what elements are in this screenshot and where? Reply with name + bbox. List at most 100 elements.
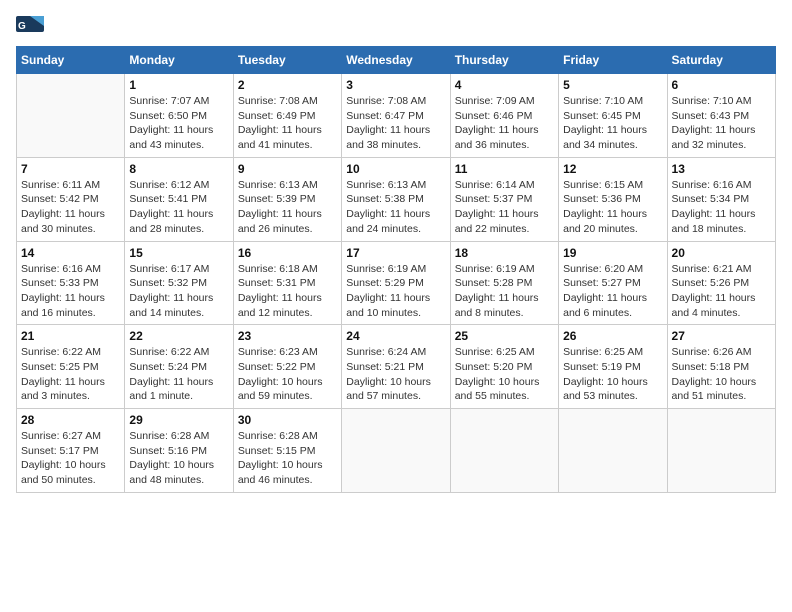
day-info: Sunrise: 6:25 AMSunset: 5:20 PMDaylight:… [455, 345, 554, 404]
day-info: Sunrise: 6:12 AMSunset: 5:41 PMDaylight:… [129, 178, 228, 237]
day-info: Sunrise: 7:08 AMSunset: 6:47 PMDaylight:… [346, 94, 445, 153]
calendar-day-cell: 10 Sunrise: 6:13 AMSunset: 5:38 PMDayligh… [342, 157, 450, 241]
calendar-week-row: 21 Sunrise: 6:22 AMSunset: 5:25 PMDayligh… [17, 325, 776, 409]
day-number: 22 [129, 329, 228, 343]
day-number: 2 [238, 78, 337, 92]
day-info: Sunrise: 7:07 AMSunset: 6:50 PMDaylight:… [129, 94, 228, 153]
calendar-week-row: 1 Sunrise: 7:07 AMSunset: 6:50 PMDaylight… [17, 74, 776, 158]
calendar-table: SundayMondayTuesdayWednesdayThursdayFrid… [16, 46, 776, 493]
calendar-day-cell: 22Sunrise: 6:22 AMSunset: 5:24 PMDayligh… [125, 325, 233, 409]
calendar-day-cell: 25 Sunrise: 6:25 AMSunset: 5:20 PMDayligh… [450, 325, 558, 409]
calendar-day-cell: 20Sunrise: 6:21 AMSunset: 5:26 PMDayligh… [667, 241, 775, 325]
day-info: Sunrise: 6:28 AMSunset: 5:15 PMDaylight:… [238, 429, 337, 488]
day-info: Sunrise: 6:22 AMSunset: 5:25 PMDaylight:… [21, 345, 120, 404]
day-number: 9 [238, 162, 337, 176]
day-number: 19 [563, 246, 662, 260]
day-info: Sunrise: 6:25 AMSunset: 5:19 PMDaylight:… [563, 345, 662, 404]
logo-icon: G [16, 16, 44, 38]
day-number: 4 [455, 78, 554, 92]
calendar-day-cell: 24 Sunrise: 6:24 AMSunset: 5:21 PMDayligh… [342, 325, 450, 409]
day-info: Sunrise: 6:16 AMSunset: 5:34 PMDaylight:… [672, 178, 771, 237]
day-number: 12 [563, 162, 662, 176]
day-number: 7 [21, 162, 120, 176]
page-header: G [16, 16, 776, 38]
day-info: Sunrise: 7:08 AMSunset: 6:49 PMDaylight:… [238, 94, 337, 153]
empty-cell [450, 409, 558, 493]
day-number: 23 [238, 329, 337, 343]
calendar-day-cell: 9 Sunrise: 6:13 AMSunset: 5:39 PMDaylight… [233, 157, 341, 241]
calendar-header-row: SundayMondayTuesdayWednesdayThursdayFrid… [17, 47, 776, 74]
calendar-week-row: 28 Sunrise: 6:27 AMSunset: 5:17 PMDayligh… [17, 409, 776, 493]
calendar-day-cell: 15Sunrise: 6:17 AMSunset: 5:32 PMDayligh… [125, 241, 233, 325]
day-info: Sunrise: 6:18 AMSunset: 5:31 PMDaylight:… [238, 262, 337, 321]
day-info: Sunrise: 6:20 AMSunset: 5:27 PMDaylight:… [563, 262, 662, 321]
day-info: Sunrise: 7:09 AMSunset: 6:46 PMDaylight:… [455, 94, 554, 153]
calendar-day-cell: 1 Sunrise: 7:07 AMSunset: 6:50 PMDaylight… [125, 74, 233, 158]
calendar-week-row: 14 Sunrise: 6:16 AMSunset: 5:33 PMDayligh… [17, 241, 776, 325]
calendar-day-cell: 29Sunrise: 6:28 AMSunset: 5:16 PMDayligh… [125, 409, 233, 493]
day-number: 6 [672, 78, 771, 92]
day-info: Sunrise: 6:16 AMSunset: 5:33 PMDaylight:… [21, 262, 120, 321]
weekday-header: Friday [559, 47, 667, 74]
day-number: 18 [455, 246, 554, 260]
calendar-day-cell: 16 Sunrise: 6:18 AMSunset: 5:31 PMDayligh… [233, 241, 341, 325]
calendar-day-cell: 19 Sunrise: 6:20 AMSunset: 5:27 PMDayligh… [559, 241, 667, 325]
day-info: Sunrise: 6:14 AMSunset: 5:37 PMDaylight:… [455, 178, 554, 237]
empty-cell [559, 409, 667, 493]
calendar-day-cell: 2 Sunrise: 7:08 AMSunset: 6:49 PMDaylight… [233, 74, 341, 158]
day-number: 11 [455, 162, 554, 176]
calendar-day-cell: 5 Sunrise: 7:10 AMSunset: 6:45 PMDaylight… [559, 74, 667, 158]
day-number: 5 [563, 78, 662, 92]
day-number: 1 [129, 78, 228, 92]
empty-cell [667, 409, 775, 493]
weekday-header: Monday [125, 47, 233, 74]
day-info: Sunrise: 6:28 AMSunset: 5:16 PMDaylight:… [129, 429, 228, 488]
day-number: 24 [346, 329, 445, 343]
svg-text:G: G [18, 21, 26, 32]
calendar-day-cell: 17Sunrise: 6:19 AMSunset: 5:29 PMDayligh… [342, 241, 450, 325]
day-info: Sunrise: 6:13 AMSunset: 5:38 PMDaylight:… [346, 178, 445, 237]
day-number: 13 [672, 162, 771, 176]
weekday-header: Thursday [450, 47, 558, 74]
calendar-day-cell: 11 Sunrise: 6:14 AMSunset: 5:37 PMDayligh… [450, 157, 558, 241]
calendar-day-cell: 6 Sunrise: 7:10 AMSunset: 6:43 PMDaylight… [667, 74, 775, 158]
day-number: 10 [346, 162, 445, 176]
logo: G [16, 16, 48, 38]
day-number: 16 [238, 246, 337, 260]
calendar-week-row: 7 Sunrise: 6:11 AMSunset: 5:42 PMDaylight… [17, 157, 776, 241]
day-number: 25 [455, 329, 554, 343]
calendar-day-cell: 26 Sunrise: 6:25 AMSunset: 5:19 PMDayligh… [559, 325, 667, 409]
weekday-header: Tuesday [233, 47, 341, 74]
calendar-day-cell: 3Sunrise: 7:08 AMSunset: 6:47 PMDaylight… [342, 74, 450, 158]
day-number: 14 [21, 246, 120, 260]
calendar-day-cell: 18 Sunrise: 6:19 AMSunset: 5:28 PMDayligh… [450, 241, 558, 325]
day-info: Sunrise: 6:23 AMSunset: 5:22 PMDaylight:… [238, 345, 337, 404]
day-info: Sunrise: 6:17 AMSunset: 5:32 PMDaylight:… [129, 262, 228, 321]
day-number: 28 [21, 413, 120, 427]
day-info: Sunrise: 6:11 AMSunset: 5:42 PMDaylight:… [21, 178, 120, 237]
calendar-day-cell: 8 Sunrise: 6:12 AMSunset: 5:41 PMDaylight… [125, 157, 233, 241]
day-info: Sunrise: 7:10 AMSunset: 6:43 PMDaylight:… [672, 94, 771, 153]
day-number: 30 [238, 413, 337, 427]
calendar-day-cell: 23 Sunrise: 6:23 AMSunset: 5:22 PMDayligh… [233, 325, 341, 409]
calendar-day-cell: 21 Sunrise: 6:22 AMSunset: 5:25 PMDayligh… [17, 325, 125, 409]
calendar-day-cell: 28 Sunrise: 6:27 AMSunset: 5:17 PMDayligh… [17, 409, 125, 493]
day-info: Sunrise: 6:24 AMSunset: 5:21 PMDaylight:… [346, 345, 445, 404]
day-info: Sunrise: 6:19 AMSunset: 5:28 PMDaylight:… [455, 262, 554, 321]
day-info: Sunrise: 6:19 AMSunset: 5:29 PMDaylight:… [346, 262, 445, 321]
day-number: 27 [672, 329, 771, 343]
calendar-day-cell: 27 Sunrise: 6:26 AMSunset: 5:18 PMDayligh… [667, 325, 775, 409]
calendar-day-cell: 7 Sunrise: 6:11 AMSunset: 5:42 PMDaylight… [17, 157, 125, 241]
empty-cell [17, 74, 125, 158]
calendar-day-cell: 4 Sunrise: 7:09 AMSunset: 6:46 PMDaylight… [450, 74, 558, 158]
day-info: Sunrise: 7:10 AMSunset: 6:45 PMDaylight:… [563, 94, 662, 153]
weekday-header: Sunday [17, 47, 125, 74]
day-info: Sunrise: 6:13 AMSunset: 5:39 PMDaylight:… [238, 178, 337, 237]
day-number: 21 [21, 329, 120, 343]
day-number: 26 [563, 329, 662, 343]
calendar-day-cell: 12Sunrise: 6:15 AMSunset: 5:36 PMDayligh… [559, 157, 667, 241]
day-number: 8 [129, 162, 228, 176]
day-number: 20 [672, 246, 771, 260]
day-info: Sunrise: 6:27 AMSunset: 5:17 PMDaylight:… [21, 429, 120, 488]
day-info: Sunrise: 6:26 AMSunset: 5:18 PMDaylight:… [672, 345, 771, 404]
